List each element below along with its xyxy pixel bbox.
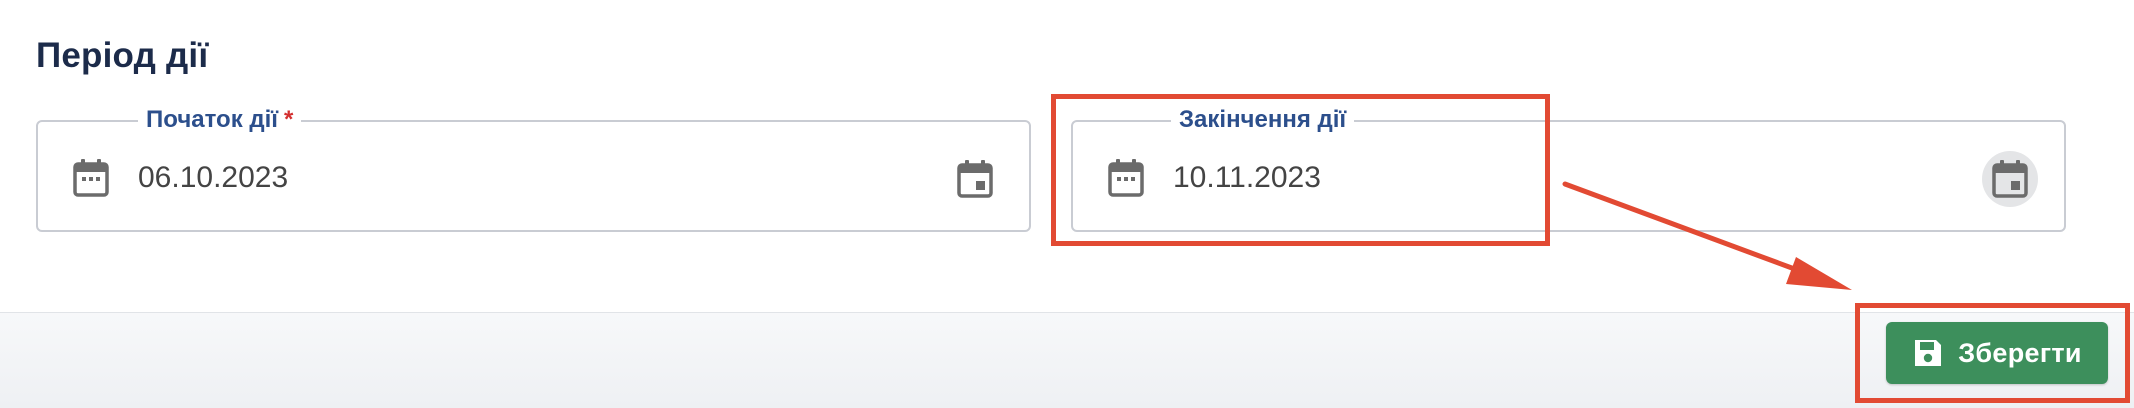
start-date-input[interactable] (138, 158, 738, 198)
start-date-label-text: Початок дії (146, 106, 279, 133)
end-date-picker-button[interactable] (1982, 151, 2038, 207)
end-date-label: Закінчення дії (1171, 105, 1355, 135)
footer-bar (0, 312, 2134, 408)
start-date-label: Початок дії * (138, 105, 302, 135)
start-date-field[interactable]: Початок дії * (36, 105, 1031, 232)
calendar-today-icon (1992, 160, 2028, 198)
calendar-outline-icon (1107, 158, 1145, 198)
save-button[interactable]: Зберегти (1886, 322, 2108, 384)
required-star: * (284, 106, 294, 133)
end-date-field[interactable]: Закінчення дії (1071, 105, 2066, 232)
calendar-today-icon (957, 160, 993, 198)
calendar-outline-icon (72, 158, 110, 198)
period-page: Період дії Початок дії * 06.10.2023 Закі… (0, 0, 2134, 408)
start-date-picker-button[interactable] (947, 151, 1003, 207)
end-date-input[interactable] (1173, 158, 1773, 198)
section-title: Період дії (36, 36, 209, 75)
save-label: Зберегти (1958, 337, 2082, 368)
floppy-disk-icon (1915, 340, 1942, 366)
